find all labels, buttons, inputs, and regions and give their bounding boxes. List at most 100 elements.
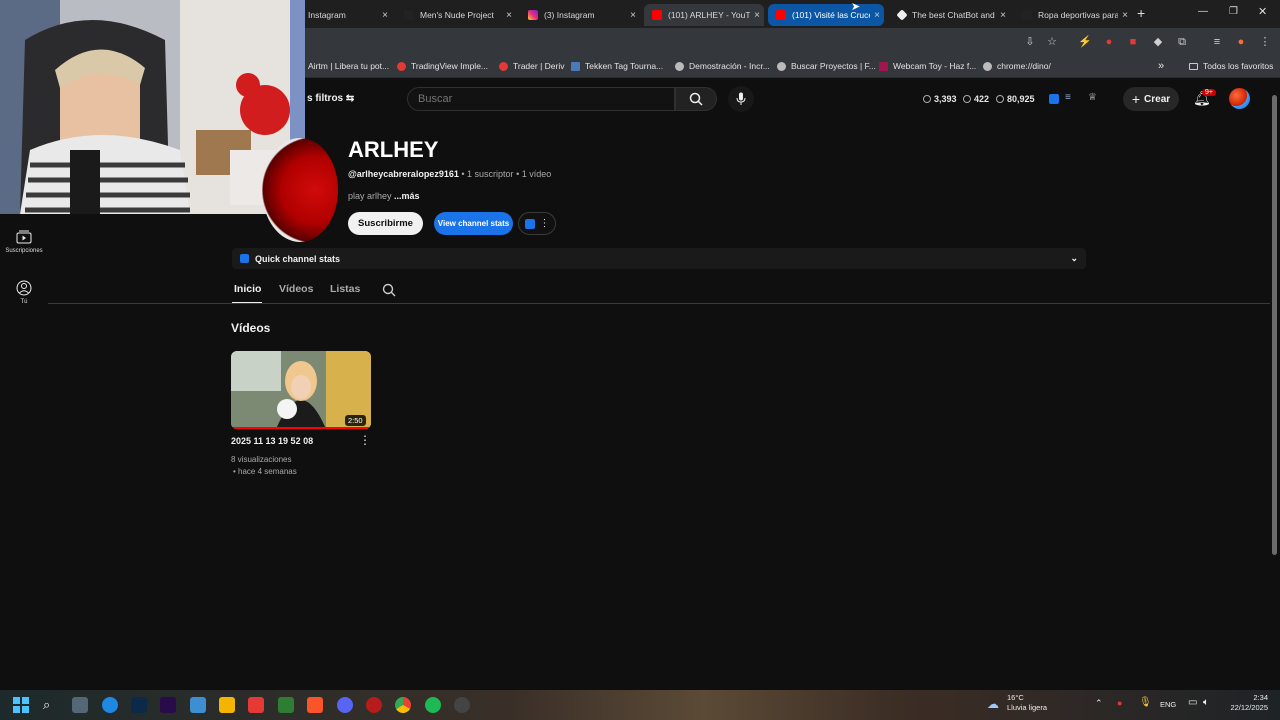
bookmark-chrome-dino[interactable]: chrome://dino/ (983, 61, 1051, 71)
extension-adblock-icon[interactable]: ■ (1126, 35, 1140, 49)
window-close-icon[interactable]: ✕ (1258, 5, 1267, 18)
vidiq-extension-button[interactable]: ⋮ (518, 212, 556, 235)
browser-tab-chatbot[interactable]: The best ChatBot and × (890, 4, 1010, 26)
clock-icon (923, 95, 931, 103)
discord-icon[interactable] (337, 697, 353, 713)
stats-menu-icon[interactable]: ≡ (1065, 92, 1071, 103)
search-input[interactable] (407, 87, 675, 111)
windows-start-icon[interactable] (13, 697, 29, 713)
deriv-icon (499, 61, 508, 71)
install-app-icon[interactable]: ⇩ (1023, 35, 1037, 49)
sidebar-item-you[interactable]: Tú (0, 280, 48, 305)
minimize-icon[interactable]: — (1198, 6, 1208, 17)
taskbar-search-icon[interactable]: ⌕ (43, 697, 59, 713)
chatgpt-icon[interactable] (454, 697, 470, 713)
close-icon[interactable]: × (378, 10, 392, 21)
display-icon[interactable]: ▭ (1188, 697, 1197, 708)
voice-search-button[interactable] (728, 86, 754, 112)
store-icon[interactable] (190, 697, 206, 713)
filters-button[interactable]: s filtros ⇆ (307, 93, 354, 104)
browser-tab-ropa-deportivas[interactable]: Ropa deportivas para × (1014, 4, 1132, 26)
section-title[interactable]: Vídeos (231, 321, 270, 335)
stat-other-value: 80,925 (1007, 94, 1035, 104)
close-icon[interactable]: × (626, 10, 640, 21)
trophy-icon[interactable]: ♕ (1088, 92, 1097, 103)
close-icon[interactable]: × (996, 10, 1010, 21)
view-channel-stats-button[interactable]: View channel stats (434, 212, 513, 235)
system-clock[interactable]: 2:34 22/12/2025 (1222, 693, 1268, 713)
tab-inicio[interactable]: Inicio (234, 283, 261, 295)
browser-menu-icon[interactable]: ⋮ (1258, 35, 1272, 49)
browser-tab-arlhey-youtube[interactable]: (101) ARLHEY - YouTube × (644, 4, 764, 26)
sidebar-item-subscriptions[interactable]: Suscripciones (0, 230, 48, 254)
weather-temp: 16°C (1007, 693, 1024, 702)
chrome-icon[interactable] (395, 697, 411, 713)
new-tab-button[interactable]: + (1137, 5, 1145, 21)
brave-icon[interactable] (307, 697, 323, 713)
media-control-icon[interactable]: ≡ (1210, 35, 1224, 49)
channel-description[interactable]: play arlhey ...más (348, 191, 420, 201)
maximize-icon[interactable]: ❐ (1229, 6, 1238, 17)
bookmark-buscar-proyectos[interactable]: Buscar Proyectos | F... (777, 61, 876, 71)
channel-avatar[interactable] (262, 138, 338, 242)
taskbar-app-icon[interactable] (366, 697, 382, 713)
page-scrollbar[interactable] (1272, 95, 1277, 555)
spotify-icon[interactable] (425, 697, 441, 713)
bookmark-label: TradingView Imple... (411, 61, 489, 71)
chevron-up-icon[interactable]: ⌃ (1095, 698, 1103, 709)
all-bookmarks-folder[interactable]: Todos los favoritos (1189, 61, 1273, 71)
close-icon[interactable]: × (870, 10, 884, 21)
bookmark-tradingview[interactable]: TradingView Imple... (397, 61, 488, 71)
edge-icon[interactable] (102, 697, 118, 713)
page-icon (675, 61, 684, 71)
bookmark-tekken[interactable]: Tekken Tag Tourna... (571, 61, 663, 71)
bookmark-deriv[interactable]: Trader | Deriv (499, 61, 565, 71)
premiere-icon[interactable] (160, 697, 176, 713)
browser-tab-visite-las-cruces[interactable]: (101) Visité las Cruces × (768, 4, 884, 26)
more-link[interactable]: ...más (394, 191, 420, 201)
bookmark-webcam-toy[interactable]: Webcam Toy - Haz f... (879, 61, 976, 71)
language-indicator[interactable]: ENG (1160, 700, 1176, 709)
bookmark-airtm[interactable]: Airtm | Libera tu pot... (308, 61, 389, 71)
video-title[interactable]: 2025 11 13 19 52 08 (231, 436, 313, 446)
weather-widget[interactable]: 16°C Lluvia ligera (1007, 693, 1047, 713)
browser-tab-mens-nude-project[interactable]: Men's Nude Project × (396, 4, 516, 26)
quick-channel-stats-bar[interactable]: Quick channel stats ⌄ (232, 248, 1086, 269)
weather-icon[interactable]: ☁ (987, 697, 999, 711)
tab-listas[interactable]: Listas (330, 283, 360, 295)
account-avatar[interactable] (1229, 88, 1250, 109)
search-button[interactable] (675, 87, 717, 111)
volume-icon[interactable]: 🔈︎ (1203, 697, 1209, 708)
more-options-icon: ⋮ (539, 218, 550, 229)
browser-tab-instagram[interactable]: Instagram × (300, 4, 392, 26)
xbox-icon[interactable] (278, 697, 294, 713)
file-explorer-icon[interactable] (219, 697, 235, 713)
subscribe-button[interactable]: Suscribirme (348, 212, 423, 235)
profile-avatar-icon[interactable]: ● (1234, 35, 1248, 49)
video-menu-icon[interactable]: ⋮ (359, 433, 371, 447)
bookmark-star-icon[interactable]: ☆ (1045, 35, 1059, 49)
tray-app-icon[interactable]: ● (1117, 698, 1122, 708)
bookmark-demostracion[interactable]: Demostración - Incr... (675, 61, 770, 71)
close-icon[interactable]: × (502, 10, 516, 21)
close-icon[interactable]: × (750, 10, 764, 21)
extension-record-icon[interactable]: ● (1102, 35, 1116, 49)
chevron-down-icon[interactable]: ⌄ (1070, 253, 1078, 264)
deriv-icon (397, 61, 406, 71)
bookmarks-overflow-button[interactable]: » (1158, 60, 1164, 72)
create-button[interactable]: + Crear (1123, 87, 1179, 111)
channel-search-button[interactable] (382, 283, 396, 302)
quick-stats-label: Quick channel stats (255, 253, 341, 264)
extensions-puzzle-icon[interactable]: ⧉ (1175, 35, 1189, 49)
close-icon[interactable]: × (1118, 10, 1132, 21)
taskbar-app-icon[interactable] (72, 697, 88, 713)
extension-diamond-icon[interactable]: ◆ (1151, 35, 1165, 49)
microphone-tray-icon[interactable]: 🎙︎ (1139, 697, 1152, 708)
vidiq-icon[interactable] (1049, 94, 1059, 104)
photoshop-icon[interactable] (131, 697, 147, 713)
extension-tradingview-icon[interactable]: ⚡ (1078, 35, 1092, 49)
browser-tab-instagram-3[interactable]: (3) Instagram × (520, 4, 640, 26)
vidiq-icon (524, 218, 535, 229)
deriv-app-icon[interactable] (248, 697, 264, 713)
tab-videos[interactable]: Vídeos (279, 283, 313, 295)
